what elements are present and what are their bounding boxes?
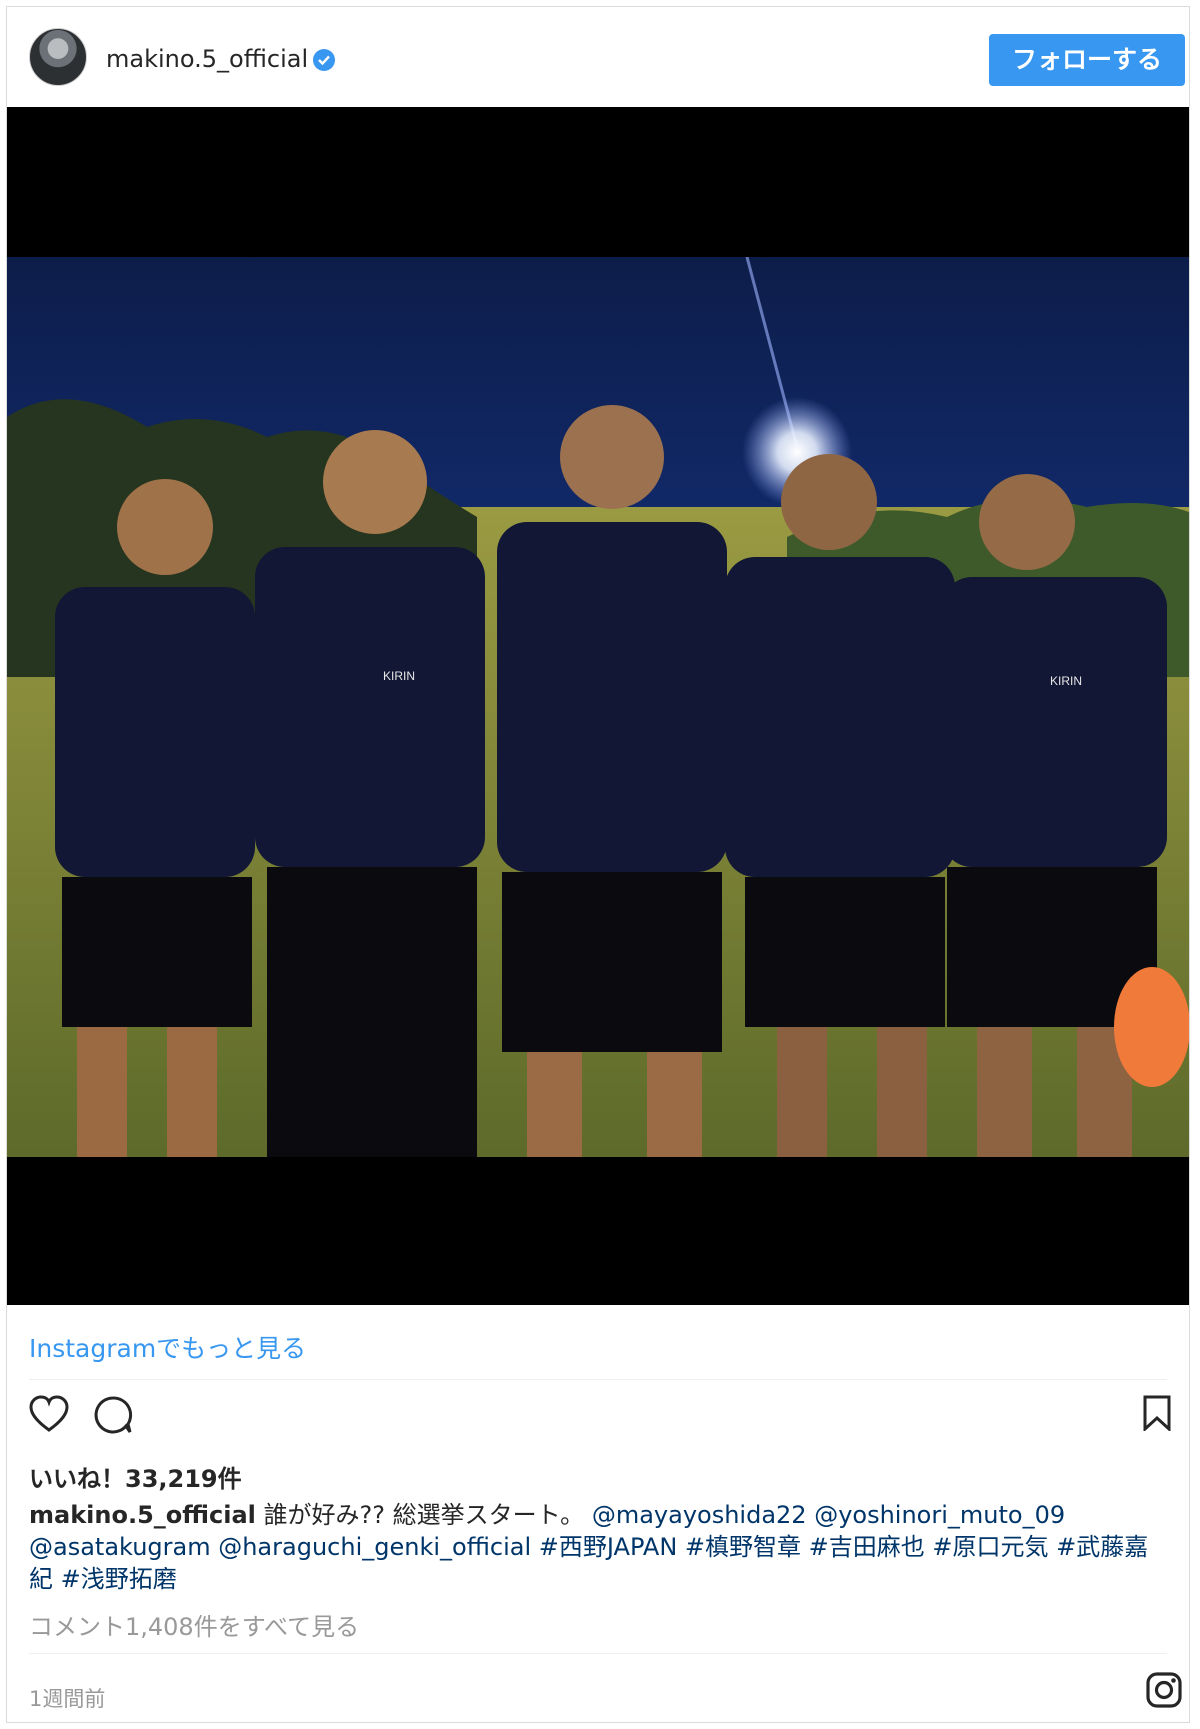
caption-username[interactable]: makino.5_official xyxy=(29,1501,256,1529)
view-all-comments-link[interactable]: コメント1,408件をすべて見る xyxy=(29,1607,359,1642)
bookmark-icon[interactable] xyxy=(1143,1395,1171,1435)
post-timestamp: 1週間前 xyxy=(29,1687,106,1711)
follow-button[interactable]: フォローする xyxy=(989,34,1185,86)
heart-icon[interactable] xyxy=(29,1395,69,1437)
verified-badge-icon xyxy=(313,49,335,71)
avatar[interactable] xyxy=(29,28,87,86)
instagram-icon[interactable] xyxy=(1145,1671,1183,1713)
post-photo[interactable]: KIRIN KIRIN xyxy=(7,107,1189,1305)
svg-text:KIRIN: KIRIN xyxy=(1050,674,1082,688)
svg-text:KIRIN: KIRIN xyxy=(383,669,415,683)
team-photo-scene: KIRIN KIRIN xyxy=(7,257,1189,1157)
comment-icon[interactable] xyxy=(93,1395,133,1439)
caption-text: 誰が好み?? 総選挙スタート。 xyxy=(263,1501,585,1529)
view-more-link[interactable]: Instagramでもっと見る xyxy=(29,1329,306,1365)
divider xyxy=(29,1379,1167,1380)
caption: makino.5_official 誰が好み?? 総選挙スタート。 @mayay… xyxy=(29,1499,1169,1595)
username-link[interactable]: makino.5_official xyxy=(106,45,308,73)
like-count: いいね！33,219件 xyxy=(29,1465,242,1493)
instagram-embed-card: makino.5_official フォローする KIRIN KIRIN Ins… xyxy=(6,6,1190,1723)
post-header: makino.5_official フォローする xyxy=(7,7,1189,107)
divider xyxy=(29,1653,1167,1654)
